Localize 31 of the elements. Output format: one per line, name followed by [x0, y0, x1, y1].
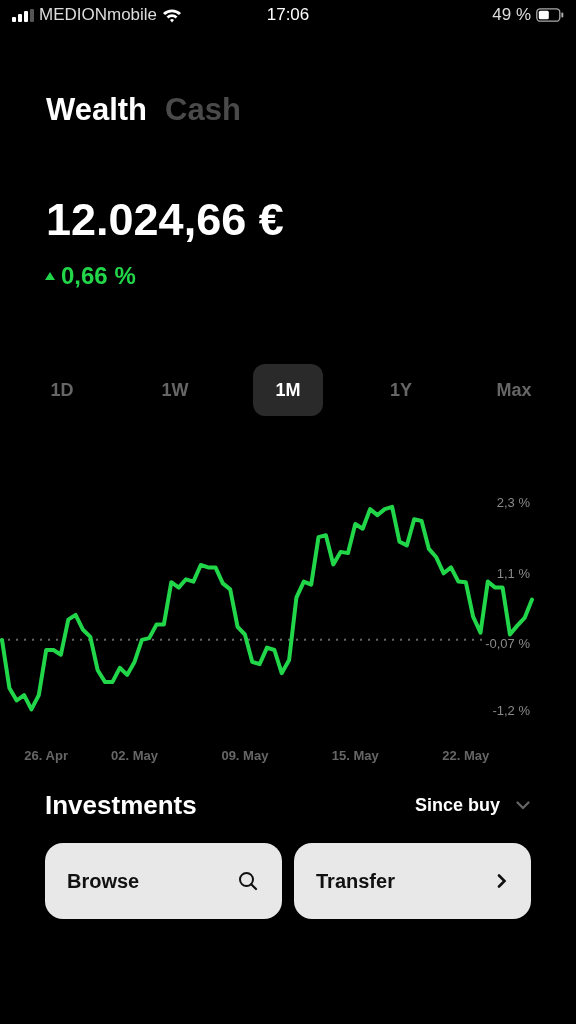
wifi-icon — [162, 7, 183, 23]
range-tab[interactable]: 1W — [140, 364, 210, 416]
action-button[interactable]: Transfer — [294, 843, 531, 919]
range-tab[interactable]: 1M — [253, 364, 323, 416]
x-axis-label: 09. May — [221, 748, 269, 763]
up-triangle-icon — [44, 271, 56, 281]
chevron-down-icon — [516, 801, 530, 810]
range-tab[interactable]: 1D — [27, 364, 97, 416]
range-tab[interactable]: 1Y — [366, 364, 436, 416]
change-percent: 0,66 % — [61, 262, 136, 290]
battery-icon — [536, 8, 564, 22]
battery-percent: 49 % — [492, 5, 531, 25]
view-tab[interactable]: Wealth — [46, 92, 148, 128]
x-axis-label: 15. May — [331, 748, 379, 763]
balance-amount: 12.024,66 € — [45, 194, 285, 246]
chevron-right-icon — [497, 874, 507, 888]
section-title: Investments — [45, 790, 197, 821]
y-axis-label: -0,07 % — [485, 635, 530, 651]
y-axis-label: 1,1 % — [496, 566, 530, 582]
x-axis-label: 26. Apr — [24, 748, 68, 763]
carrier-name: MEDIONmobile — [39, 5, 158, 25]
y-axis-label: -1,2 % — [492, 703, 530, 718]
y-axis-label: 2,3 % — [496, 495, 530, 510]
range-tab[interactable]: Max — [479, 364, 549, 416]
search-icon — [238, 871, 258, 891]
x-axis-label: 02. May — [111, 748, 158, 763]
filter-dropdown[interactable]: Since buy — [414, 795, 530, 816]
signal-icon — [12, 8, 34, 22]
clock-time: 17:06 — [266, 5, 310, 25]
action-button[interactable]: Browse — [45, 843, 282, 919]
x-axis-label: 22. May — [442, 748, 490, 763]
